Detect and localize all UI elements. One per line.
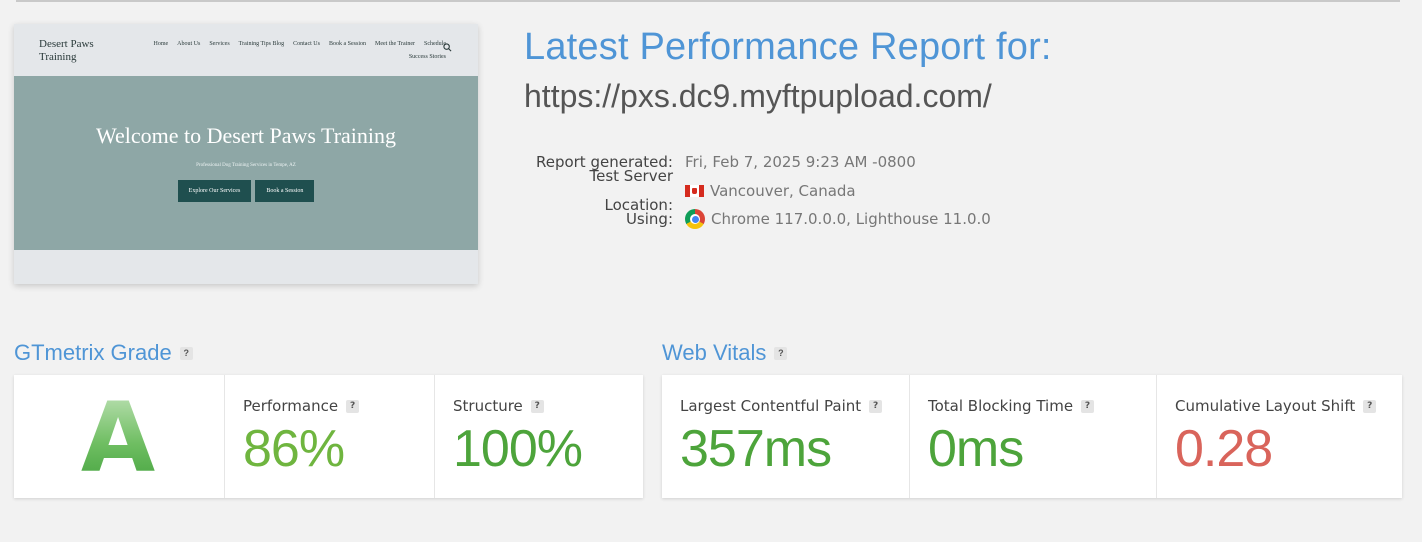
cls-label: Cumulative Layout Shift ?: [1175, 397, 1377, 415]
thumbnail-nav-item: Contact Us: [293, 41, 320, 47]
performance-score: 86%: [243, 420, 345, 478]
help-icon[interactable]: ?: [346, 399, 360, 413]
report-meta: Report generated: Fri, Feb 7, 2025 9:23 …: [520, 148, 1040, 234]
thumbnail-nav-item: Book a Session: [328, 41, 366, 47]
structure-score: 100%: [453, 420, 583, 478]
label-text: Cumulative Layout Shift: [1175, 397, 1356, 415]
lcp-cell: Largest Contentful Paint ? 357ms: [662, 375, 909, 498]
help-icon[interactable]: ?: [530, 399, 544, 413]
search-icon: [443, 43, 452, 52]
help-icon[interactable]: ?: [179, 346, 193, 360]
thumbnail-site-header: Desert Paws Training Home About Us Servi…: [14, 24, 478, 76]
performance-label: Performance ?: [243, 397, 360, 415]
help-icon[interactable]: ?: [869, 399, 883, 413]
lcp-label: Largest Contentful Paint ?: [680, 397, 883, 415]
meta-value: Chrome 117.0.0.0, Lighthouse 11.0.0: [685, 205, 991, 234]
help-icon[interactable]: ?: [774, 346, 788, 360]
meta-value: Fri, Feb 7, 2025 9:23 AM -0800: [685, 148, 916, 177]
tbt-label: Total Blocking Time ?: [928, 397, 1095, 415]
lcp-value: 357ms: [680, 420, 832, 478]
grade-letter: A: [14, 383, 222, 493]
tbt-cell: Total Blocking Time ? 0ms: [909, 375, 1156, 498]
tbt-value: 0ms: [928, 420, 1024, 478]
report-generated-value: Fri, Feb 7, 2025 9:23 AM -0800: [685, 153, 916, 171]
structure-label: Structure ?: [453, 397, 544, 415]
thumbnail-site-nav: Home About Us Services Training Tips Blo…: [126, 39, 447, 62]
browser-value: Chrome 117.0.0.0, Lighthouse 11.0.0: [711, 210, 991, 228]
cls-value: 0.28: [1175, 420, 1273, 478]
chrome-icon: [685, 209, 705, 230]
thumbnail-nav-item: Training Tips Blog: [238, 41, 285, 47]
meta-value: Vancouver, Canada: [685, 177, 856, 206]
thumbnail-nav-item: Success Stories: [408, 54, 446, 60]
report-url[interactable]: https://pxs.dc9.myftpupload.com/: [524, 78, 992, 115]
thumbnail-hero-title: Welcome to Desert Paws Training: [95, 123, 397, 148]
page-screenshot-thumbnail[interactable]: Desert Paws Training Home About Us Servi…: [14, 24, 478, 284]
thumbnail-nav-item: Meet the Trainer: [375, 41, 415, 47]
canada-flag-icon: [685, 184, 704, 197]
structure-cell: Structure ? 100%: [434, 375, 643, 498]
thumbnail-nav-item: About Us: [177, 41, 201, 47]
label-text: Total Blocking Time: [928, 397, 1074, 415]
thumbnail-hero-buttons: Explore Our Services Book a Session: [14, 180, 478, 202]
thumbnail-book-button: Book a Session: [255, 180, 315, 202]
grade-cell: A: [14, 375, 224, 498]
thumbnail-site-logo: Desert Paws Training: [39, 38, 94, 63]
label-text: Largest Contentful Paint: [680, 397, 862, 415]
section-title-text: GTmetrix Grade: [14, 340, 172, 365]
meta-label: Using:: [625, 210, 673, 228]
meta-row-using: Using: Chrome 117.0.0.0, Lighthouse 11.0…: [520, 205, 1040, 234]
thumbnail-footer: [14, 250, 478, 284]
label-text: Performance: [243, 397, 339, 415]
label-text: Structure: [453, 397, 523, 415]
test-location-value: Vancouver, Canada: [710, 181, 856, 200]
gtmetrix-grade-title: GTmetrix Grade ?: [14, 340, 193, 366]
top-divider: [16, 0, 1400, 2]
gtmetrix-grade-card: A Performance ? 86% Structure ? 100%: [14, 375, 643, 498]
thumbnail-nav-item: Services: [209, 41, 230, 47]
thumbnail-nav-item: Home: [153, 41, 169, 47]
performance-cell: Performance ? 86%: [224, 375, 434, 498]
help-icon[interactable]: ?: [1363, 399, 1377, 413]
help-icon[interactable]: ?: [1081, 399, 1095, 413]
meta-row-location: Test Server Location: Vancouver, Canada: [520, 167, 1040, 214]
thumbnail-hero: Welcome to Desert Paws Training Professi…: [14, 76, 478, 250]
thumbnail-explore-button: Explore Our Services: [177, 180, 252, 202]
report-title: Latest Performance Report for:: [524, 26, 1052, 68]
web-vitals-card: Largest Contentful Paint ? 357ms Total B…: [662, 375, 1402, 498]
web-vitals-title: Web Vitals ?: [662, 340, 788, 366]
cls-cell: Cumulative Layout Shift ? 0.28: [1156, 375, 1402, 498]
section-title-text: Web Vitals: [662, 340, 767, 365]
thumbnail-hero-subtitle: Professional Dog Training Services in Te…: [196, 163, 296, 168]
